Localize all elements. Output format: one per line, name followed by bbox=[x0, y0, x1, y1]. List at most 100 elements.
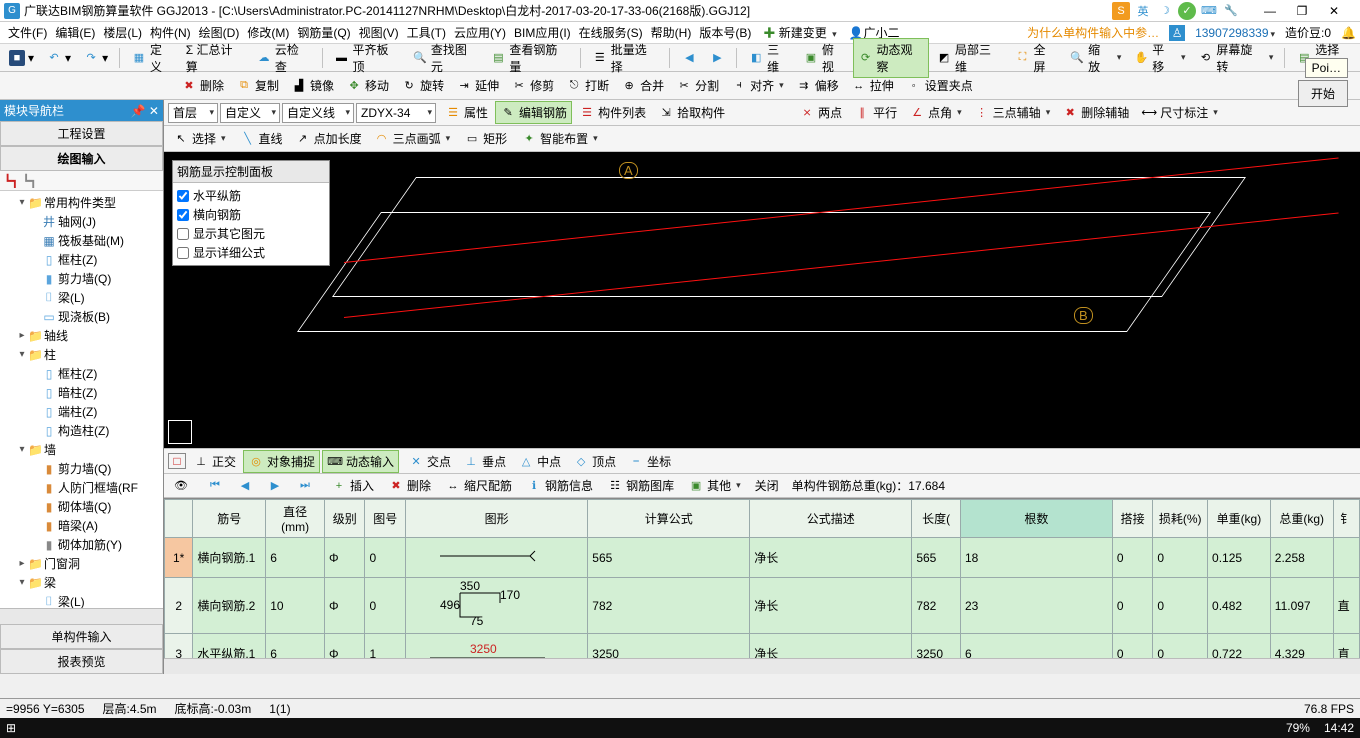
rebar-display-panel[interactable]: 钢筋显示控制面板 水平纵筋横向钢筋显示其它图元显示详细公式 bbox=[172, 160, 330, 266]
layer-combo[interactable]: 自定义 bbox=[220, 103, 280, 123]
tree-item[interactable]: ⌷梁(L) bbox=[2, 288, 161, 307]
merge-button[interactable]: ⊕合并 bbox=[616, 74, 669, 97]
table-header[interactable]: 直径(mm) bbox=[266, 500, 325, 538]
grip-button[interactable]: ◦设置夹点 bbox=[901, 74, 978, 97]
table-header[interactable]: 根数 bbox=[960, 500, 1112, 538]
endpoint-icon[interactable]: □ bbox=[168, 453, 186, 469]
tree-item[interactable]: ▯端柱(Z) bbox=[2, 402, 161, 421]
nav-layout2-icon[interactable]: ┗┓ bbox=[22, 174, 36, 188]
panel-checkbox[interactable]: 横向钢筋 bbox=[177, 206, 325, 223]
three-aux-button[interactable]: ⋮三点辅轴 bbox=[969, 101, 1056, 124]
add-length-tool[interactable]: ↗点加长度 bbox=[290, 127, 367, 150]
cross-snap[interactable]: ✕交点 bbox=[403, 450, 456, 473]
dyn-input-toggle[interactable]: ⌨动态输入 bbox=[322, 450, 399, 473]
table-row[interactable]: 3水平纵筋.16Φ132503250净长32506000.7224.329直 bbox=[165, 634, 1360, 659]
redo-button[interactable]: ↷▾ bbox=[78, 47, 113, 69]
tree-item[interactable]: ▮暗梁(A) bbox=[2, 516, 161, 535]
rt-info[interactable]: ℹ钢筋信息 bbox=[521, 474, 598, 497]
break-button[interactable]: ⎋打断 bbox=[561, 74, 614, 97]
nav-next-button[interactable]: ▶ bbox=[704, 47, 730, 69]
pin-icon[interactable]: 📌 ✕ bbox=[131, 104, 159, 118]
tree-item[interactable]: ▯框柱(Z) bbox=[2, 364, 161, 383]
ime-extra-icon[interactable]: ✓ bbox=[1178, 2, 1196, 20]
nav-tab-settings[interactable]: 工程设置 bbox=[0, 121, 163, 146]
tree-item[interactable]: ▯框柱(Z) bbox=[2, 250, 161, 269]
sum-button[interactable]: Σ 汇总计算 bbox=[181, 38, 249, 78]
table-header[interactable]: 筋号 bbox=[193, 500, 266, 538]
table-header[interactable] bbox=[165, 500, 193, 538]
minimize-button[interactable]: — bbox=[1260, 4, 1280, 18]
tree-item[interactable]: ▮剪力墙(Q) bbox=[2, 459, 161, 478]
tree-item[interactable]: ▭现浇板(B) bbox=[2, 307, 161, 326]
tree-item[interactable]: ▾📁墙 bbox=[2, 440, 161, 459]
rotate-screen-button[interactable]: ⟲屏幕旋转 bbox=[1193, 38, 1279, 78]
tree-item[interactable]: ▾📁梁 bbox=[2, 573, 161, 592]
menu-item[interactable]: 编辑(E) bbox=[51, 24, 99, 42]
dimension-button[interactable]: ⟷尺寸标注 bbox=[1136, 101, 1223, 124]
table-header[interactable]: 计算公式 bbox=[588, 500, 750, 538]
rect-tool[interactable]: ▭矩形 bbox=[459, 127, 512, 150]
tree-item[interactable]: ▯构造柱(Z) bbox=[2, 421, 161, 440]
perp-snap[interactable]: ⊥垂点 bbox=[458, 450, 511, 473]
tree-item[interactable]: ▮砌体加筋(Y) bbox=[2, 535, 161, 554]
ortho-toggle[interactable]: ⊥正交 bbox=[188, 450, 241, 473]
table-header[interactable]: 搭接 bbox=[1112, 500, 1153, 538]
nav-prev-button[interactable]: ◀ bbox=[676, 47, 702, 69]
edit-rebar-button[interactable]: ✎编辑钢筋 bbox=[495, 101, 572, 124]
rt-delete[interactable]: ✖删除 bbox=[383, 474, 436, 497]
rt-eye-icon[interactable]: 👁 bbox=[168, 475, 194, 497]
select-tool[interactable]: ↖选择 bbox=[168, 127, 231, 150]
rt-prev[interactable]: ◀ bbox=[232, 475, 258, 497]
top-view-button[interactable]: ▣俯视 bbox=[798, 38, 851, 78]
ime-badge[interactable]: S bbox=[1112, 2, 1130, 20]
rt-lib[interactable]: ☷钢筋图库 bbox=[602, 474, 679, 497]
line-tool[interactable]: ╲直线 bbox=[235, 127, 288, 150]
dynamic-view-button[interactable]: ⟳动态观察 bbox=[853, 38, 929, 78]
rt-other[interactable]: ▣其他 bbox=[683, 474, 746, 497]
tree-item[interactable]: ▸📁门窗洞 bbox=[2, 554, 161, 573]
undo-button[interactable]: ↶▾ bbox=[41, 47, 76, 69]
smart-layout-tool[interactable]: ✦智能布置 bbox=[516, 127, 603, 150]
split-button[interactable]: ✂分割 bbox=[671, 74, 724, 97]
rt-next[interactable]: ▶ bbox=[262, 475, 288, 497]
table-header[interactable]: 图形 bbox=[405, 500, 587, 538]
align-button[interactable]: ⫞对齐 bbox=[726, 74, 789, 97]
tree-item[interactable]: ▮人防门框墙(RF bbox=[2, 478, 161, 497]
three-d-button[interactable]: ◧三维 bbox=[743, 38, 796, 78]
viewport-3d[interactable]: 钢筋显示控制面板 水平纵筋横向钢筋显示其它图元显示详细公式 A B bbox=[164, 152, 1360, 448]
batch-select-button[interactable]: ☰批量选择 bbox=[587, 38, 663, 78]
scale-button[interactable]: 🔍缩放 bbox=[1064, 38, 1126, 78]
apex-snap[interactable]: ◇顶点 bbox=[568, 450, 621, 473]
menu-item[interactable]: 文件(F) bbox=[4, 24, 51, 42]
nav-tab-draw[interactable]: 绘图输入 bbox=[0, 146, 163, 171]
trim-button[interactable]: ✂修剪 bbox=[506, 74, 559, 97]
move-button[interactable]: ✥移动 bbox=[341, 74, 394, 97]
component-tree[interactable]: ▾📁常用构件类型井轴网(J)▦筏板基础(M)▯框柱(Z)▮剪力墙(Q)⌷梁(L)… bbox=[0, 191, 163, 608]
code-combo[interactable]: ZDYX-34 bbox=[356, 103, 436, 123]
table-header[interactable]: 公式描述 bbox=[750, 500, 912, 538]
component-list-button[interactable]: ☰构件列表 bbox=[574, 101, 651, 124]
local-3d-button[interactable]: ◩局部三维 bbox=[931, 38, 1007, 78]
tree-item[interactable]: ▾📁常用构件类型 bbox=[2, 193, 161, 212]
mid-snap[interactable]: △中点 bbox=[513, 450, 566, 473]
module-dropdown[interactable]: ■▾ bbox=[4, 47, 39, 69]
extend-button[interactable]: ⇥延伸 bbox=[451, 74, 504, 97]
maximize-button[interactable]: ❐ bbox=[1292, 4, 1312, 18]
two-point-button[interactable]: ⨯两点 bbox=[794, 101, 847, 124]
rebar-table[interactable]: 筋号直径(mm)级别图号图形计算公式公式描述长度(根数搭接损耗(%)单重(kg)… bbox=[164, 498, 1360, 658]
table-header[interactable]: 级别 bbox=[324, 500, 365, 538]
panel-checkbox[interactable]: 显示详细公式 bbox=[177, 244, 325, 261]
parallel-button[interactable]: ∥平行 bbox=[849, 101, 902, 124]
stretch-button[interactable]: ↔拉伸 bbox=[846, 74, 899, 97]
table-row[interactable]: 2横向钢筋.210Φ035017049675782净长78223000.4821… bbox=[165, 578, 1360, 634]
rt-scale[interactable]: ↔缩尺配筋 bbox=[440, 474, 517, 497]
find-element-button[interactable]: 🔍查找图元 bbox=[407, 38, 483, 78]
mirror-button[interactable]: ▟镜像 bbox=[286, 74, 339, 97]
nav-tab-report[interactable]: 报表预览 bbox=[0, 649, 163, 674]
rt-last[interactable]: ⏭ bbox=[292, 475, 318, 497]
ime-tool-icon[interactable]: 🔧 bbox=[1222, 2, 1240, 20]
tree-item[interactable]: ▯暗柱(Z) bbox=[2, 383, 161, 402]
rt-insert[interactable]: +插入 bbox=[326, 474, 379, 497]
table-header[interactable]: 总重(kg) bbox=[1270, 500, 1333, 538]
table-header[interactable]: 单重(kg) bbox=[1208, 500, 1271, 538]
